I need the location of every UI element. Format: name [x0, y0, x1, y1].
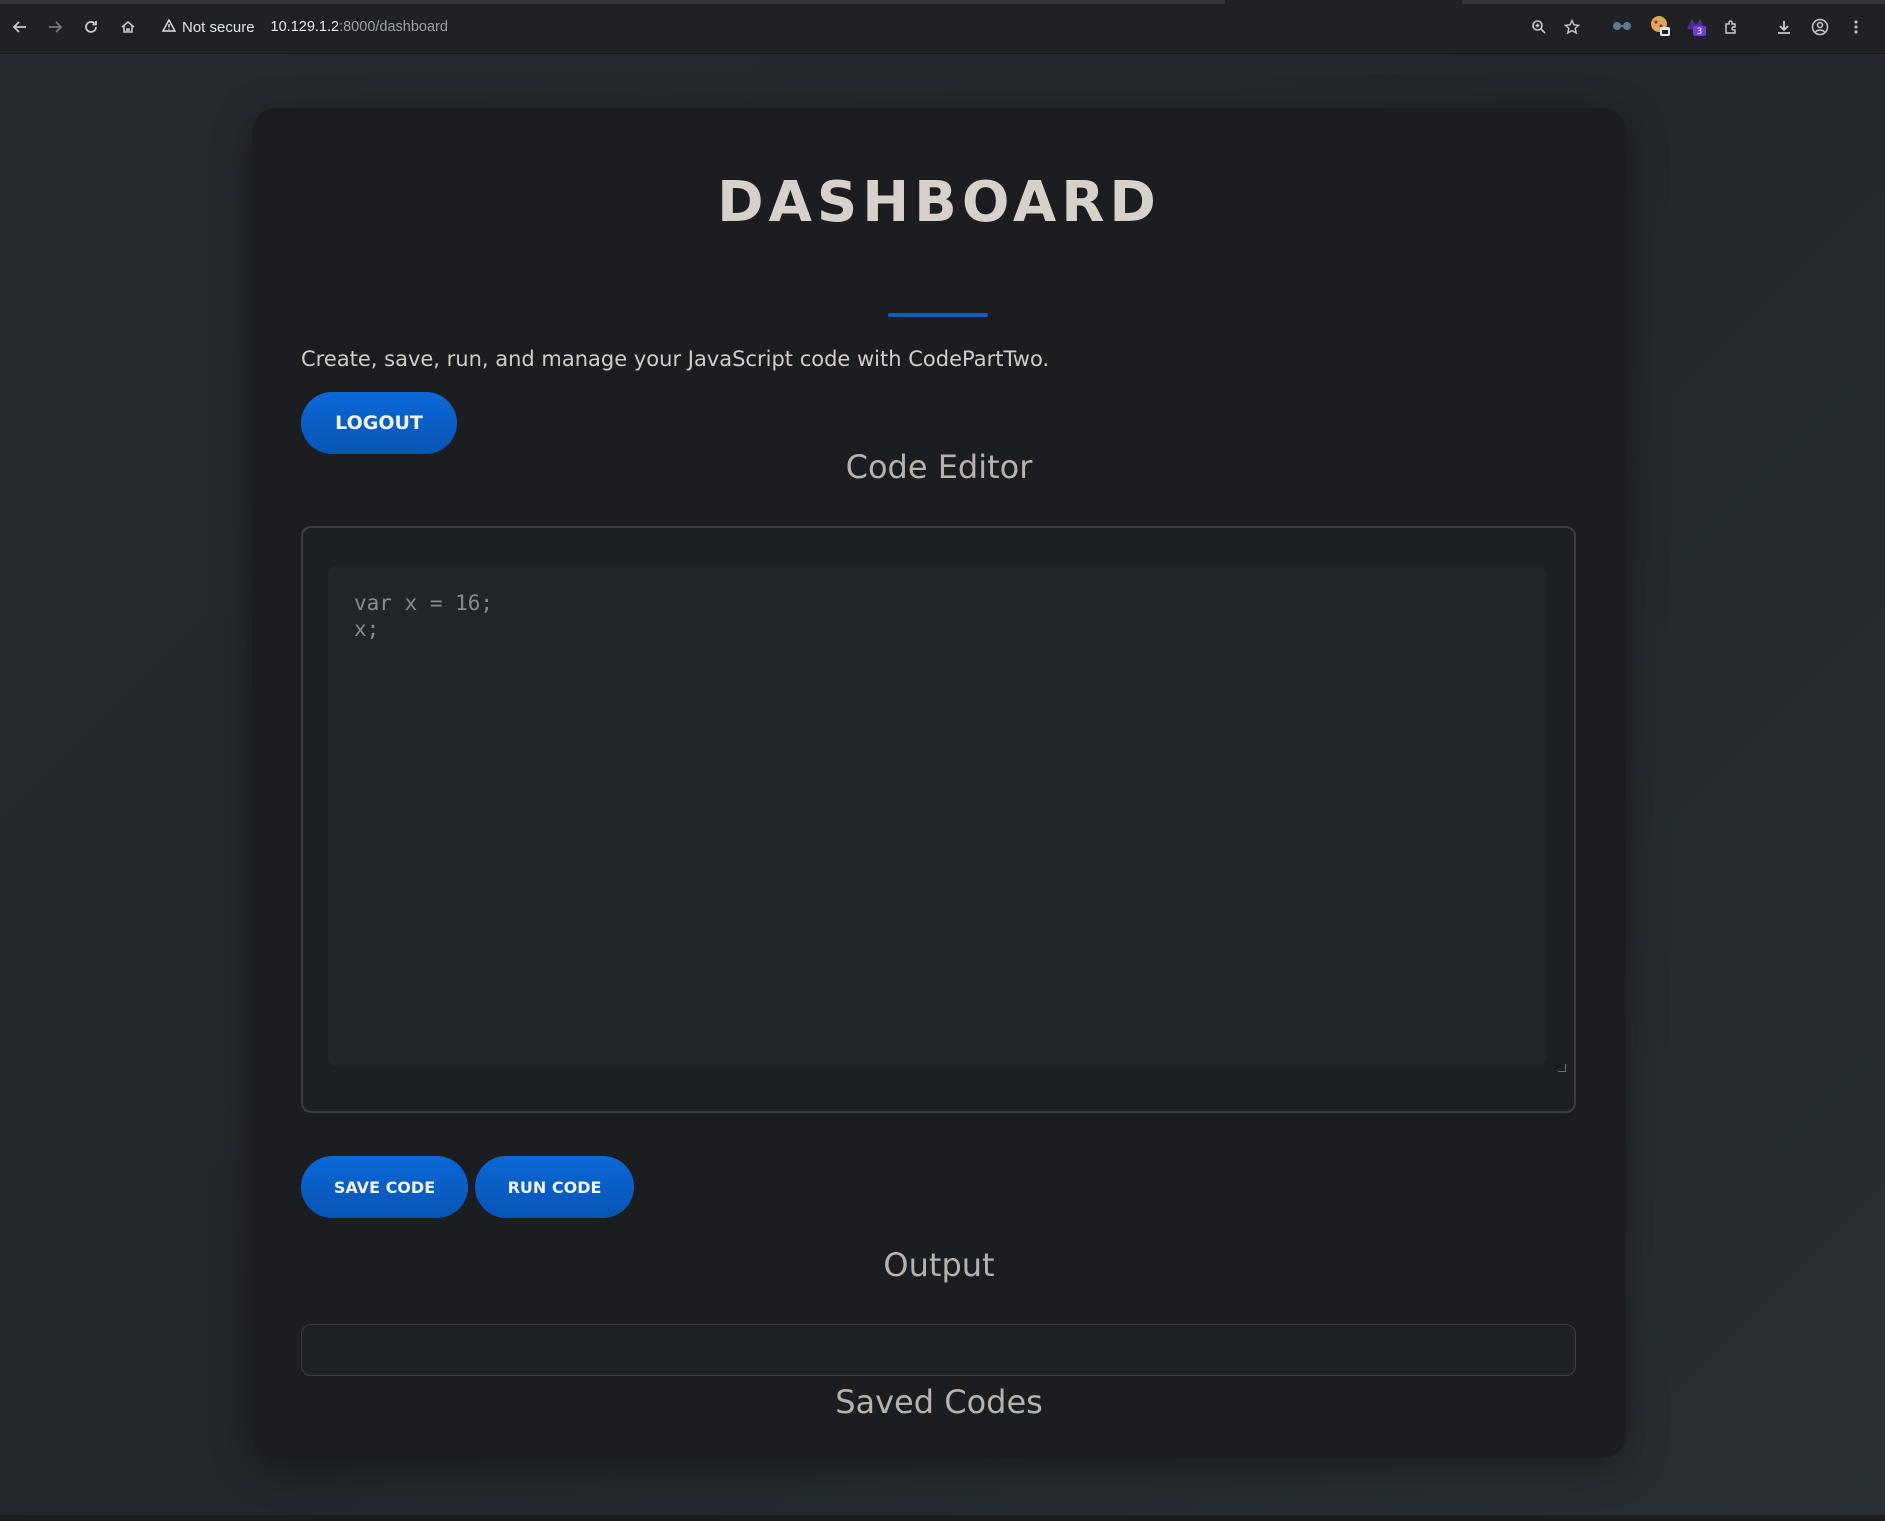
- address-bar[interactable]: Not secure 10.129.1.2:8000/dashboard: [152, 10, 1562, 44]
- url-path: :8000/dashboard: [339, 19, 448, 35]
- logout-button[interactable]: LOGOUT: [301, 392, 457, 454]
- dashboard-card: DASHBOARD Create, save, run, and manage …: [252, 108, 1626, 1458]
- reload-icon[interactable]: [77, 13, 105, 41]
- extension-icon[interactable]: [1717, 13, 1745, 41]
- page-viewport: DASHBOARD Create, save, run, and manage …: [0, 54, 1885, 1521]
- extension-hat-icon[interactable]: 3: [1684, 14, 1708, 38]
- page-title: DASHBOARD: [717, 170, 1161, 235]
- tab-inactive[interactable]: [1462, 0, 1885, 4]
- warning-icon[interactable]: [161, 18, 177, 35]
- code-editor-heading: Code Editor: [845, 448, 1033, 486]
- tab-active[interactable]: [0, 0, 1225, 4]
- menu-icon[interactable]: [1842, 13, 1870, 41]
- run-code-button[interactable]: RUN CODE: [475, 1156, 634, 1218]
- home-icon[interactable]: [114, 13, 142, 41]
- tab-strip: [0, 0, 1885, 4]
- browser-toolbar: Not secure 10.129.1.2:8000/dashboard 3: [0, 0, 1885, 54]
- extension-badge-count: 3: [1697, 27, 1703, 37]
- zoom-icon[interactable]: [1525, 13, 1553, 41]
- back-icon[interactable]: [6, 13, 34, 41]
- output-box: [301, 1324, 1576, 1376]
- save-code-button[interactable]: SAVE CODE: [301, 1156, 468, 1218]
- saved-codes-heading: Saved Codes: [835, 1383, 1043, 1421]
- security-label[interactable]: Not secure: [182, 19, 255, 36]
- url-host: 10.129.1.2: [270, 19, 340, 35]
- extension-glasses-icon[interactable]: [1610, 14, 1634, 38]
- bottom-edge: [0, 1515, 1885, 1521]
- download-icon[interactable]: [1770, 13, 1798, 41]
- resize-handle[interactable]: [1558, 1064, 1566, 1072]
- output-heading: Output: [883, 1246, 995, 1284]
- star-icon[interactable]: [1558, 13, 1586, 41]
- code-editor-container: var x = 16; x;: [301, 526, 1576, 1113]
- page-description: Create, save, run, and manage your JavaS…: [301, 347, 1050, 371]
- code-editor-textarea[interactable]: var x = 16; x;: [328, 566, 1547, 1066]
- profile-icon[interactable]: [1806, 13, 1834, 41]
- extension-cookie-icon[interactable]: [1648, 14, 1672, 38]
- title-underline: [888, 313, 988, 317]
- forward-icon[interactable]: [41, 13, 69, 41]
